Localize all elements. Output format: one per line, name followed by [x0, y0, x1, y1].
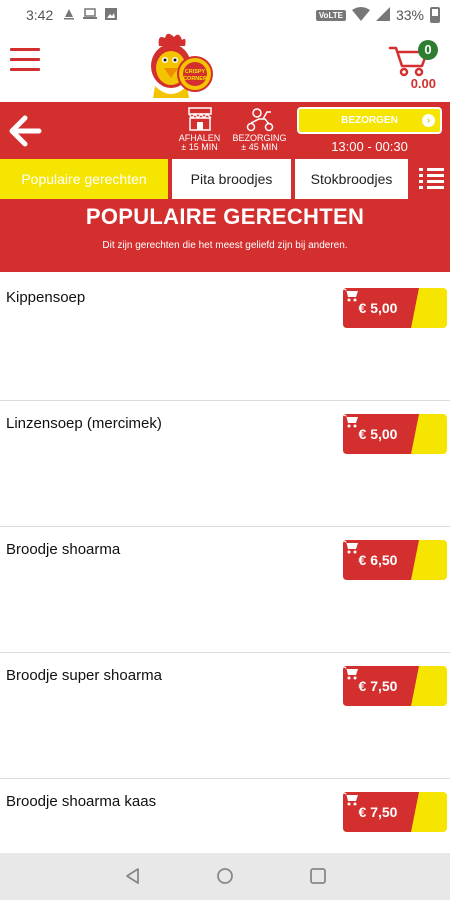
- notification-icon: [63, 7, 75, 23]
- section-header: POPULAIRE GERECHTEN Dit zijn gerechten d…: [0, 199, 450, 272]
- delivery-option[interactable]: BEZORGING ± 45 MIN: [232, 106, 287, 152]
- hamburger-menu-icon[interactable]: [10, 48, 40, 72]
- category-tabs: Populaire gerechten Pita broodjes Stokbr…: [0, 159, 450, 199]
- tab-pita-broodjes[interactable]: Pita broodjes: [172, 159, 291, 199]
- svg-text:CORNER: CORNER: [183, 76, 207, 82]
- order-mode-label: BEZORGEN: [341, 115, 398, 126]
- recents-square-icon[interactable]: [309, 867, 327, 890]
- section-subtitle: Dit zijn gerechten die het meest geliefd…: [102, 240, 348, 251]
- system-nav-bar: [0, 853, 450, 900]
- product-name: Linzensoep (mercimek): [6, 415, 162, 432]
- add-to-cart-button[interactable]: € 7,50: [343, 666, 447, 706]
- store-icon: [187, 107, 212, 131]
- list-item: Linzensoep (mercimek) € 5,00: [0, 401, 450, 527]
- cart-icon: [343, 415, 358, 428]
- cart-icon: [343, 793, 358, 806]
- laptop-icon: [83, 7, 98, 23]
- scooter-icon: [246, 108, 273, 132]
- list-item: Broodje shoarma € 6,50: [0, 527, 450, 653]
- wifi-icon: [351, 6, 370, 24]
- tab-stokbroodjes[interactable]: Stokbroodjes: [295, 159, 408, 199]
- status-bar: 3:42 VoLTE 33%: [0, 0, 450, 30]
- battery-percent: 33%: [395, 7, 424, 23]
- status-right: VoLTE 33%: [315, 6, 440, 24]
- add-to-cart-button[interactable]: € 7,50: [343, 792, 447, 832]
- order-info-bar: AFHALEN ± 15 MIN BEZORGING ± 45 MIN BEZO…: [0, 102, 450, 159]
- restaurant-logo: CRISPY CORNER: [137, 32, 217, 102]
- app-screen: 3:42 VoLTE 33% CRISPY CORNER 0 0.00 AFHA…: [0, 0, 450, 900]
- product-list: Kippensoep € 5,00 Linzensoep (mercimek) …: [0, 275, 450, 900]
- battery-icon: [430, 7, 440, 23]
- home-circle-icon[interactable]: [216, 867, 234, 890]
- chevron-right-icon: ›: [422, 114, 435, 127]
- order-mode-dropdown[interactable]: BEZORGEN ›: [297, 107, 442, 134]
- pickup-option[interactable]: AFHALEN ± 15 MIN: [172, 106, 227, 152]
- product-name: Broodje shoarma: [6, 541, 121, 558]
- cart-icon: [343, 541, 358, 554]
- pickup-time: ± 15 MIN: [181, 142, 218, 152]
- image-icon: [105, 7, 118, 23]
- add-to-cart-button[interactable]: € 6,50: [343, 540, 447, 580]
- cart-icon: [343, 289, 358, 302]
- add-to-cart-button[interactable]: € 5,00: [343, 414, 447, 454]
- product-name: Kippensoep: [6, 289, 86, 306]
- cart-count-badge: 0: [418, 40, 438, 60]
- opening-hours: 13:00 - 00:30: [331, 139, 408, 154]
- signal-icon: [375, 6, 390, 24]
- delivery-time: ± 45 MIN: [241, 142, 278, 152]
- add-to-cart-button[interactable]: € 5,00: [343, 288, 447, 328]
- product-name: Broodje shoarma kaas: [6, 793, 157, 810]
- section-title: POPULAIRE GERECHTEN: [85, 204, 365, 229]
- cart-icon: [343, 667, 358, 680]
- list-item: Broodje super shoarma € 7,50: [0, 653, 450, 779]
- cart-total: 0.00: [410, 76, 436, 91]
- category-list-icon[interactable]: [412, 159, 450, 199]
- cart-button[interactable]: 0 0.00: [388, 38, 438, 91]
- list-item: Kippensoep € 5,00: [0, 275, 450, 401]
- product-name: Broodje super shoarma: [6, 667, 162, 684]
- svg-text:CRISPY: CRISPY: [185, 69, 206, 75]
- status-time: 3:42: [26, 7, 54, 23]
- volte-badge: VoLTE: [315, 9, 346, 21]
- back-triangle-icon[interactable]: [124, 867, 142, 890]
- app-header: CRISPY CORNER 0 0.00: [0, 30, 450, 102]
- tab-populaire-gerechten[interactable]: Populaire gerechten: [0, 159, 168, 199]
- back-arrow-icon[interactable]: [8, 114, 42, 148]
